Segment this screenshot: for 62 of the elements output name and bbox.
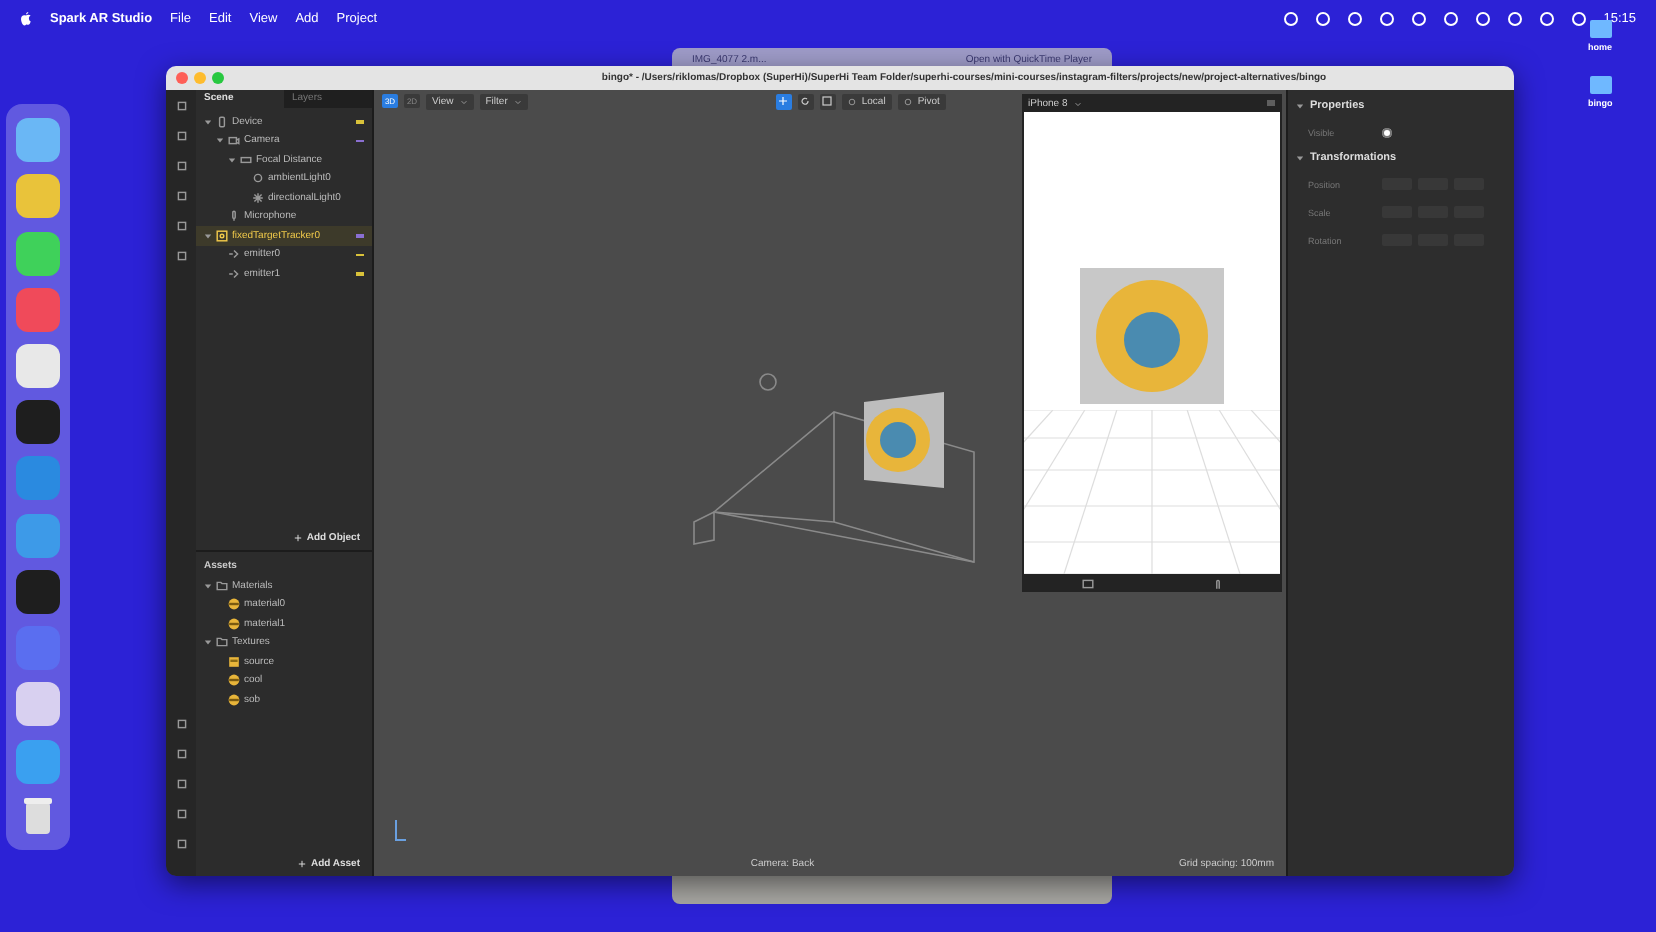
emitter-icon [228, 267, 240, 280]
status-icon[interactable] [1379, 11, 1394, 25]
status-icon[interactable] [1443, 11, 1458, 25]
focal-icon [240, 153, 252, 166]
material-icon [228, 693, 240, 706]
sun-icon [252, 191, 264, 204]
app-icon[interactable] [16, 569, 60, 614]
folder-icon[interactable] [1589, 76, 1612, 94]
checkbox[interactable] [1382, 127, 1392, 137]
tool-button[interactable] [797, 93, 814, 109]
folder-icon [216, 636, 228, 649]
status-icon[interactable] [1347, 11, 1362, 25]
phone-icon [216, 115, 228, 128]
emitter-icon [228, 248, 240, 261]
move-icon [778, 96, 789, 106]
caret-icon[interactable] [1296, 102, 1304, 110]
camera-icon [175, 130, 187, 142]
app-icon[interactable] [16, 118, 60, 163]
status-icon[interactable] [1507, 11, 1522, 25]
plus-icon [298, 860, 307, 868]
caret-icon [1073, 99, 1082, 107]
trash-icon[interactable] [22, 795, 54, 836]
material-icon [228, 617, 240, 630]
close-button[interactable] [176, 72, 188, 84]
touch-icon [1211, 577, 1223, 589]
app-icon[interactable] [16, 400, 60, 445]
texture-icon [228, 655, 240, 668]
panel-icon [175, 838, 187, 850]
status-icon[interactable] [1571, 11, 1586, 25]
camera-icon [228, 134, 240, 147]
caret-icon[interactable] [1296, 154, 1304, 162]
folder-icon [216, 579, 228, 592]
app-icon[interactable] [16, 682, 60, 727]
app-icon[interactable] [16, 174, 60, 219]
panel-icon [175, 748, 187, 760]
panel-icon [175, 778, 187, 790]
material-icon [228, 674, 240, 687]
microphone-icon [228, 210, 240, 223]
app-icon[interactable] [16, 231, 60, 276]
tool-button[interactable] [819, 93, 836, 109]
status-icon[interactable] [1283, 11, 1298, 25]
circle-icon [847, 97, 856, 105]
panel-icon [175, 718, 187, 730]
panel-icon [175, 808, 187, 820]
bulb-icon [252, 172, 264, 185]
status-icon[interactable] [1475, 11, 1490, 25]
folder-icon[interactable] [1589, 20, 1611, 38]
rotate-icon [800, 96, 811, 106]
circle-icon [903, 97, 912, 105]
app-icon[interactable] [16, 343, 60, 388]
tool-button[interactable] [775, 93, 792, 109]
menu-icon [1266, 98, 1276, 108]
screen-icon [1081, 577, 1093, 589]
plus-icon [294, 534, 303, 542]
status-icon[interactable] [1539, 11, 1554, 25]
status-icon[interactable] [1315, 11, 1330, 25]
logo-icon [20, 11, 32, 25]
axis-icon [390, 820, 406, 844]
material-icon [228, 598, 240, 611]
scale-icon [822, 96, 833, 106]
target-icon [216, 229, 228, 242]
status-icon[interactable] [1411, 11, 1426, 25]
